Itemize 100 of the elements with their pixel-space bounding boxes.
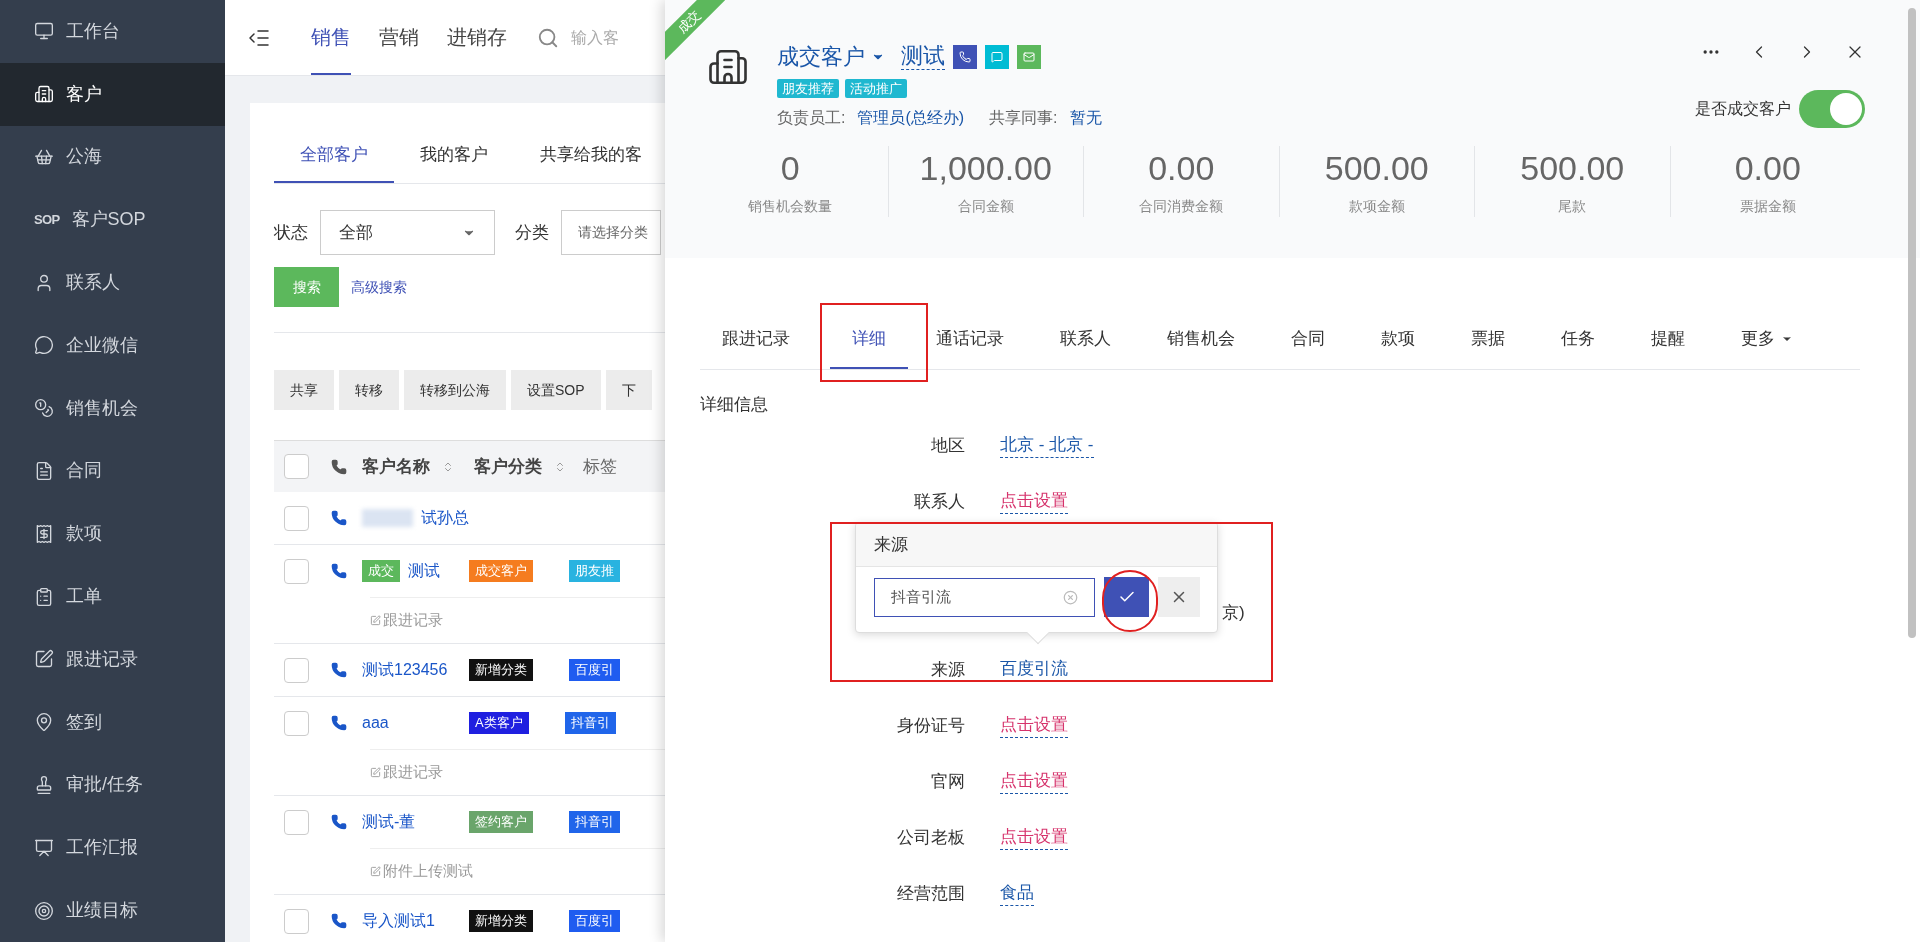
sidebar-item[interactable]: 工作汇报 [0, 816, 225, 880]
status-badge: 成交 [362, 560, 400, 582]
category-select[interactable]: 请选择分类 [561, 210, 661, 255]
nav-tab[interactable]: 营销 [379, 0, 419, 75]
column-header[interactable]: 标签 [583, 453, 617, 480]
phone-icon[interactable] [331, 563, 347, 579]
owner-label: 负责员工: [777, 108, 846, 128]
clear-icon[interactable] [1063, 589, 1078, 605]
field-value[interactable]: 食品 [1000, 881, 1034, 906]
category-tag: 签约客户 [469, 811, 533, 833]
label-tag: 抖音引 [569, 811, 620, 833]
action-button[interactable]: 转移到公海 [404, 370, 506, 410]
label-tag: 朋友推 [569, 560, 620, 582]
customer-tab[interactable]: 共享给我的客 [514, 129, 665, 183]
field-value[interactable]: 京) [1222, 601, 1245, 626]
customer-name[interactable]: 测试-董 [362, 810, 416, 834]
phone-icon[interactable] [331, 913, 347, 929]
detail-tab[interactable]: 合同 [1269, 310, 1347, 369]
column-header[interactable]: 客户分类 [474, 453, 542, 480]
detail-tab[interactable]: 跟进记录 [700, 310, 812, 369]
phone-icon[interactable] [331, 510, 347, 526]
monitor-icon [34, 21, 54, 42]
sidebar-item[interactable]: SOP 客户SOP [0, 188, 225, 252]
checkbox[interactable] [284, 454, 309, 479]
action-button[interactable]: 转移 [339, 370, 399, 410]
clipboard-icon [34, 586, 54, 607]
checkbox[interactable] [284, 809, 309, 835]
customer-name[interactable]: 测试 [901, 43, 945, 70]
field-label: 经营范围 [897, 883, 965, 903]
action-button[interactable]: 共享 [274, 370, 334, 410]
deal-switch[interactable] [1799, 90, 1865, 128]
phone-button[interactable] [953, 44, 977, 69]
checkbox[interactable] [284, 908, 309, 934]
stat-label: 合同金额 [957, 197, 1014, 216]
status-select[interactable]: 全部 [320, 210, 495, 255]
sidebar-item[interactable]: 业绩目标 [0, 879, 225, 942]
sidebar-item[interactable]: 合同 [0, 439, 225, 503]
checkbox[interactable] [284, 710, 309, 736]
message-button[interactable] [985, 44, 1009, 69]
mail-button[interactable] [1017, 44, 1041, 69]
sidebar-item[interactable]: 工单 [0, 565, 225, 628]
field-value[interactable]: 点击设置 [1000, 769, 1068, 794]
nav-tab[interactable]: 进销存 [447, 0, 507, 75]
category-dropdown[interactable]: 成交客户 [777, 40, 885, 73]
sort-icon[interactable] [442, 460, 454, 473]
customer-name[interactable]: 试孙总 [421, 506, 469, 530]
phone-icon [331, 458, 347, 475]
sidebar-item[interactable]: 客户 [0, 62, 225, 126]
sidebar-item[interactable]: 企业微信 [0, 314, 225, 377]
sidebar-item[interactable]: 工作台 [0, 0, 225, 63]
field-value[interactable]: 点击设置 [1000, 489, 1068, 514]
action-button[interactable]: 下 [605, 370, 652, 410]
field-value[interactable]: 点击设置 [1000, 713, 1068, 738]
phone-icon[interactable] [331, 662, 347, 678]
sidebar-item[interactable]: 签到 [0, 690, 225, 754]
customer-name[interactable]: aaa [362, 711, 389, 735]
field-value[interactable]: 百度引流 [1000, 657, 1068, 682]
customer-name[interactable]: 测试123456 [362, 658, 448, 682]
phone-icon[interactable] [331, 814, 347, 830]
customer-tab[interactable]: 我的客户 [394, 129, 514, 183]
sidebar-item[interactable]: 跟进记录 [0, 627, 225, 691]
sort-icon[interactable] [554, 460, 566, 473]
source-input[interactable]: 抖音引流 [874, 577, 1095, 617]
owner-value[interactable]: 管理员(总经办) [857, 106, 965, 130]
column-header[interactable]: 客户名称 [362, 453, 430, 480]
detail-tab[interactable]: 联系人 [1038, 310, 1133, 369]
customer-name[interactable]: 导入测试1 [362, 909, 435, 933]
detail-tab[interactable]: 详细 [830, 310, 908, 369]
detail-tab[interactable]: 款项 [1359, 310, 1437, 369]
cancel-button[interactable] [1158, 577, 1200, 617]
detail-tab[interactable]: 通话记录 [914, 310, 1026, 369]
sidebar-item[interactable]: 联系人 [0, 251, 225, 314]
detail-tab[interactable]: 提醒 [1629, 310, 1707, 369]
customer-tab[interactable]: 全部客户 [274, 129, 394, 183]
detail-tab[interactable]: 更多 [1719, 310, 1815, 369]
nav-tab[interactable]: 销售 [311, 0, 351, 75]
checkbox[interactable] [284, 505, 309, 531]
action-button[interactable]: 设置SOP [511, 370, 601, 410]
field-value[interactable]: 点击设置 [1000, 825, 1068, 850]
detail-tab[interactable]: 销售机会 [1145, 310, 1257, 369]
customer-name[interactable]: 测试 [408, 559, 440, 583]
detail-tab[interactable]: 票据 [1449, 310, 1527, 369]
sidebar-item[interactable]: 审批/任务 [0, 753, 225, 817]
filter-label: 状态 [274, 221, 308, 244]
sidebar-item[interactable]: 款项 [0, 502, 225, 566]
confirm-button[interactable] [1104, 577, 1149, 617]
stat-value: 0 [780, 148, 800, 189]
shared-value[interactable]: 暂无 [1069, 106, 1102, 130]
phone-icon[interactable] [331, 715, 347, 731]
category-tag: 新增分类 [469, 910, 533, 932]
sidebar-item[interactable]: 销售机会 [0, 376, 225, 440]
checkbox[interactable] [284, 558, 309, 584]
shared-label: 共享同事: [989, 108, 1058, 128]
advanced-search-link[interactable]: 高级搜索 [351, 276, 407, 298]
detail-tab[interactable]: 任务 [1539, 310, 1617, 369]
sidebar-item[interactable]: 公海 [0, 125, 225, 189]
field-label: 来源 [931, 659, 965, 679]
field-value[interactable]: 北京 - 北京 - [1000, 433, 1094, 458]
checkbox[interactable] [284, 657, 309, 683]
edit-icon [34, 649, 54, 670]
